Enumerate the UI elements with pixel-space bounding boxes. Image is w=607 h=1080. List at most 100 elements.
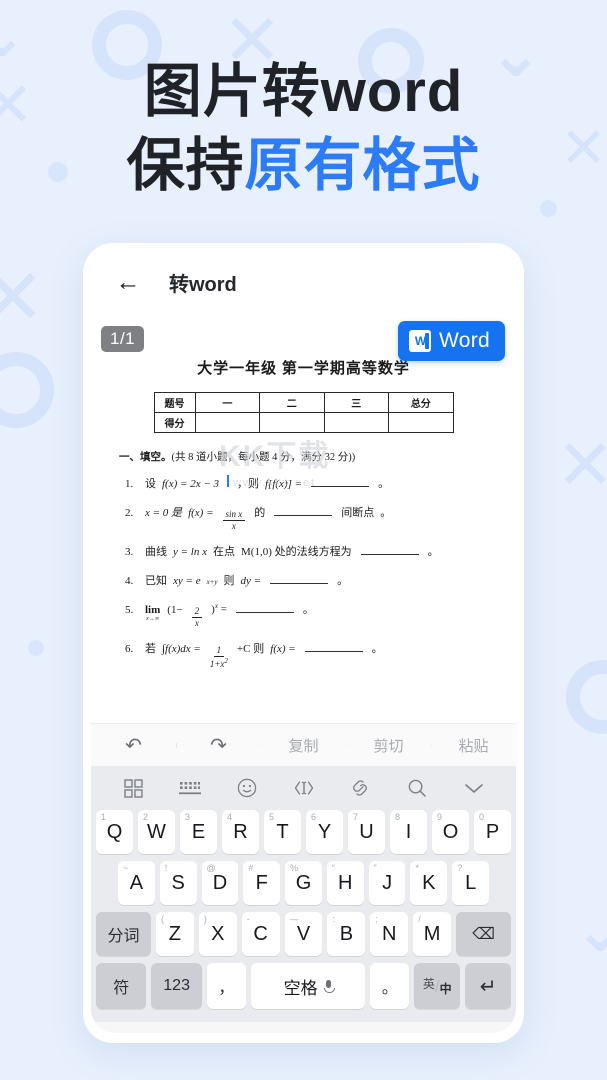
key-a[interactable]: ~ A <box>117 861 155 905</box>
deco-dot-icon <box>28 640 44 656</box>
key-period[interactable]: 。 <box>370 963 410 1009</box>
key-alt: 3 <box>185 812 191 822</box>
key-z[interactable]: (Z <box>155 912 194 956</box>
key-b[interactable]: :B <box>327 912 366 956</box>
exponent: x+y <box>206 578 218 586</box>
key-u[interactable]: 7U <box>348 810 385 854</box>
paste-button[interactable]: 粘贴 <box>431 735 516 756</box>
phone-screen: ← 转word 1/1 W Word 大学一年级 第一学期高等数学 题号 一 二… <box>91 251 516 1033</box>
key-label: N <box>382 922 397 945</box>
key-q[interactable]: 1Q <box>96 810 133 854</box>
export-word-label: Word <box>439 329 490 352</box>
key-alt: 5 <box>269 812 275 822</box>
question-4: 4. 已知 xy = e x+y 则 dy = 。 <box>125 572 490 588</box>
key-alt: ” <box>373 863 377 873</box>
key-t[interactable]: 5T <box>264 810 301 854</box>
key-y[interactable]: 6Y <box>306 810 343 854</box>
key-label: T <box>276 820 289 843</box>
key-symbols[interactable]: 符 <box>96 963 147 1009</box>
question-end: 。 <box>371 643 383 655</box>
key-label: L <box>465 871 477 894</box>
key-m[interactable]: / M <box>413 912 452 956</box>
document-preview[interactable]: 1/1 W Word 大学一年级 第一学期高等数学 题号 一 二 三 总分 得分… <box>91 313 516 723</box>
key-p[interactable]: 0P <box>474 810 511 854</box>
key-v[interactable]: — V <box>284 912 323 956</box>
clipboard-icon[interactable] <box>332 778 389 798</box>
backspace-key[interactable]: ⌫ <box>456 912 511 956</box>
headline-line-2: 保持原有格式 <box>0 132 607 200</box>
key-alt: 6 <box>311 812 317 822</box>
key-word-segment[interactable]: 分词 <box>96 912 151 956</box>
question-2: 2. x = 0 是 f(x) = sin xx 的 间断点 。 <box>125 504 490 531</box>
key-alt: ~ <box>122 863 129 873</box>
deco-dot-icon <box>540 200 557 217</box>
key-s[interactable]: ! S <box>159 861 197 905</box>
limit-operator: lim x→∞ <box>145 605 160 623</box>
table-row: 得分 <box>153 412 454 433</box>
key-o[interactable]: 9O <box>432 810 469 854</box>
undo-button[interactable]: ↶ <box>91 733 176 758</box>
key-label: Z <box>168 922 181 945</box>
key-k[interactable]: * K <box>410 861 448 905</box>
key-alt: — <box>289 914 299 924</box>
key-space[interactable]: 空格 <box>250 963 366 1009</box>
key-i[interactable]: 8I <box>390 810 427 854</box>
key-enter[interactable]: ↵ <box>465 963 511 1009</box>
key-alt: 7 <box>353 812 359 822</box>
key-f[interactable]: # F <box>243 861 281 905</box>
chevron-down-icon[interactable] <box>445 781 502 795</box>
key-comma[interactable]: ， <box>206 963 246 1009</box>
key-alt: ) <box>203 914 207 924</box>
key-label: K <box>422 871 436 894</box>
emoji-icon[interactable] <box>218 778 275 798</box>
section-heading-bold: 一、填空。 <box>119 452 172 463</box>
key-g[interactable]: % G <box>285 861 322 905</box>
cut-button[interactable]: 剪切 <box>346 735 431 756</box>
key-j[interactable]: ” J <box>368 861 406 905</box>
key-r[interactable]: 4R <box>222 810 259 854</box>
key-x[interactable]: ) X <box>198 912 237 956</box>
key-d[interactable]: @ D <box>201 861 239 905</box>
key-e[interactable]: 3E <box>180 810 217 854</box>
deco-x-icon: ✕ <box>0 253 46 341</box>
question-tail: f(x) = <box>270 643 296 655</box>
export-word-button[interactable]: W Word <box>398 321 505 361</box>
grid-icon[interactable] <box>105 778 162 798</box>
question-tail: 间断点 <box>341 507 375 519</box>
key-label: C <box>253 922 268 945</box>
key-w[interactable]: 2W <box>138 810 175 854</box>
key-alt: ? <box>457 863 463 873</box>
copy-button[interactable]: 复制 <box>261 735 346 756</box>
key-label: I <box>405 820 412 843</box>
table-cell: 总分 <box>387 392 454 413</box>
back-arrow-icon[interactable]: ← <box>113 267 143 297</box>
key-n[interactable]: ; N <box>370 912 409 956</box>
keyboard-row-4: 符 123 ， 空格 。 英 / 中 ↵ <box>91 963 516 1009</box>
key-alt: 1 <box>101 812 107 822</box>
table-cell <box>323 412 389 433</box>
key-alt: 2 <box>143 812 149 822</box>
edit-toolbar: ↶ ↷ 复制 剪切 粘贴 <box>91 723 516 766</box>
keyboard-icon[interactable] <box>162 780 219 796</box>
key-label: X <box>211 922 225 945</box>
key-h[interactable]: “H <box>326 861 364 905</box>
key-c[interactable]: -C <box>241 912 280 956</box>
question-3: 3. 曲线 y = ln x 在点 M(1,0) 处的法线方程为 。 <box>125 543 490 559</box>
key-numbers[interactable]: 123 <box>151 963 202 1009</box>
key-alt: 0 <box>479 812 485 822</box>
page-title: 转word <box>169 273 237 296</box>
key-l[interactable]: ? L <box>452 861 490 905</box>
text-cursor-icon[interactable] <box>275 779 332 797</box>
headline-line-2-blue: 原有格式 <box>244 133 481 199</box>
search-icon[interactable] <box>389 778 446 798</box>
deco-v-icon: ⌄ <box>574 896 607 965</box>
question-body: y = ln x <box>173 546 207 558</box>
question-end: 。 <box>380 507 392 519</box>
question-end: 。 <box>427 546 439 558</box>
word-icon: W <box>409 330 431 352</box>
question-mid: +C 则 <box>236 643 265 655</box>
key-alt: 8 <box>395 812 401 822</box>
redo-button[interactable]: ↷ <box>176 733 261 758</box>
key-language-toggle[interactable]: 英 / 中 <box>414 963 461 1009</box>
microphone-icon[interactable] <box>323 979 335 993</box>
